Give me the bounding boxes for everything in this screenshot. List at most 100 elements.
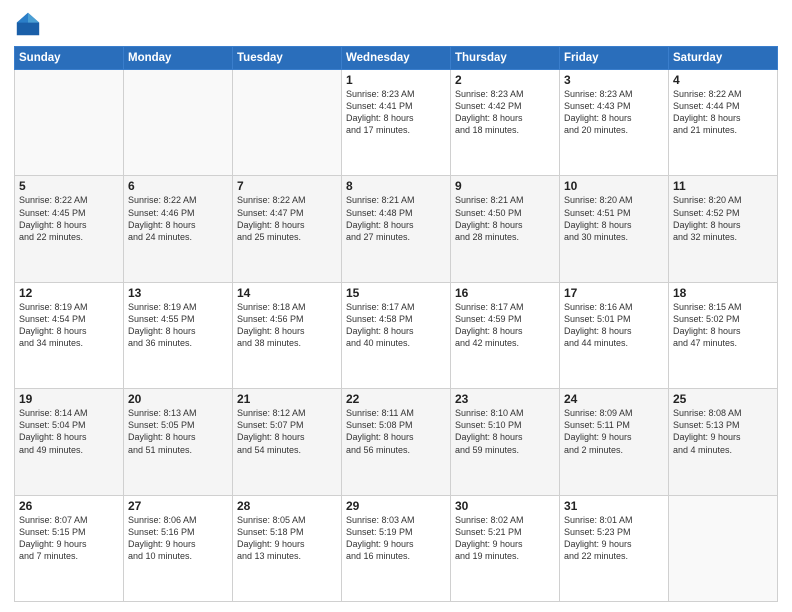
day-number: 27 (128, 499, 228, 513)
day-number: 13 (128, 286, 228, 300)
day-number: 8 (346, 179, 446, 193)
logo-icon (14, 10, 42, 38)
weekday-thursday: Thursday (451, 47, 560, 70)
day-number: 20 (128, 392, 228, 406)
day-info: Sunrise: 8:03 AM Sunset: 5:19 PM Dayligh… (346, 514, 446, 563)
page: SundayMondayTuesdayWednesdayThursdayFrid… (0, 0, 792, 612)
weekday-tuesday: Tuesday (233, 47, 342, 70)
day-info: Sunrise: 8:23 AM Sunset: 4:42 PM Dayligh… (455, 88, 555, 137)
day-number: 14 (237, 286, 337, 300)
day-info: Sunrise: 8:06 AM Sunset: 5:16 PM Dayligh… (128, 514, 228, 563)
day-number: 25 (673, 392, 773, 406)
day-info: Sunrise: 8:20 AM Sunset: 4:51 PM Dayligh… (564, 194, 664, 243)
day-number: 9 (455, 179, 555, 193)
day-number: 4 (673, 73, 773, 87)
day-info: Sunrise: 8:22 AM Sunset: 4:46 PM Dayligh… (128, 194, 228, 243)
logo (14, 10, 46, 38)
calendar-cell: 30Sunrise: 8:02 AM Sunset: 5:21 PM Dayli… (451, 495, 560, 601)
day-info: Sunrise: 8:15 AM Sunset: 5:02 PM Dayligh… (673, 301, 773, 350)
day-info: Sunrise: 8:19 AM Sunset: 4:54 PM Dayligh… (19, 301, 119, 350)
calendar-cell: 28Sunrise: 8:05 AM Sunset: 5:18 PM Dayli… (233, 495, 342, 601)
day-number: 6 (128, 179, 228, 193)
calendar-cell: 21Sunrise: 8:12 AM Sunset: 5:07 PM Dayli… (233, 389, 342, 495)
day-number: 24 (564, 392, 664, 406)
day-number: 11 (673, 179, 773, 193)
calendar-cell: 27Sunrise: 8:06 AM Sunset: 5:16 PM Dayli… (124, 495, 233, 601)
day-info: Sunrise: 8:12 AM Sunset: 5:07 PM Dayligh… (237, 407, 337, 456)
day-number: 5 (19, 179, 119, 193)
calendar-cell: 11Sunrise: 8:20 AM Sunset: 4:52 PM Dayli… (669, 176, 778, 282)
day-info: Sunrise: 8:11 AM Sunset: 5:08 PM Dayligh… (346, 407, 446, 456)
week-row-3: 12Sunrise: 8:19 AM Sunset: 4:54 PM Dayli… (15, 282, 778, 388)
calendar-cell: 10Sunrise: 8:20 AM Sunset: 4:51 PM Dayli… (560, 176, 669, 282)
day-info: Sunrise: 8:08 AM Sunset: 5:13 PM Dayligh… (673, 407, 773, 456)
week-row-2: 5Sunrise: 8:22 AM Sunset: 4:45 PM Daylig… (15, 176, 778, 282)
header (14, 10, 778, 38)
week-row-1: 1Sunrise: 8:23 AM Sunset: 4:41 PM Daylig… (15, 70, 778, 176)
day-number: 19 (19, 392, 119, 406)
calendar-cell: 31Sunrise: 8:01 AM Sunset: 5:23 PM Dayli… (560, 495, 669, 601)
calendar-cell: 13Sunrise: 8:19 AM Sunset: 4:55 PM Dayli… (124, 282, 233, 388)
calendar-table: SundayMondayTuesdayWednesdayThursdayFrid… (14, 46, 778, 602)
day-info: Sunrise: 8:01 AM Sunset: 5:23 PM Dayligh… (564, 514, 664, 563)
day-info: Sunrise: 8:05 AM Sunset: 5:18 PM Dayligh… (237, 514, 337, 563)
weekday-saturday: Saturday (669, 47, 778, 70)
day-info: Sunrise: 8:17 AM Sunset: 4:59 PM Dayligh… (455, 301, 555, 350)
calendar-cell: 18Sunrise: 8:15 AM Sunset: 5:02 PM Dayli… (669, 282, 778, 388)
day-number: 2 (455, 73, 555, 87)
day-info: Sunrise: 8:19 AM Sunset: 4:55 PM Dayligh… (128, 301, 228, 350)
day-info: Sunrise: 8:09 AM Sunset: 5:11 PM Dayligh… (564, 407, 664, 456)
day-number: 7 (237, 179, 337, 193)
day-info: Sunrise: 8:10 AM Sunset: 5:10 PM Dayligh… (455, 407, 555, 456)
calendar-cell: 2Sunrise: 8:23 AM Sunset: 4:42 PM Daylig… (451, 70, 560, 176)
calendar-cell: 4Sunrise: 8:22 AM Sunset: 4:44 PM Daylig… (669, 70, 778, 176)
weekday-monday: Monday (124, 47, 233, 70)
calendar-cell: 12Sunrise: 8:19 AM Sunset: 4:54 PM Dayli… (15, 282, 124, 388)
calendar-cell: 14Sunrise: 8:18 AM Sunset: 4:56 PM Dayli… (233, 282, 342, 388)
day-number: 22 (346, 392, 446, 406)
calendar-cell: 23Sunrise: 8:10 AM Sunset: 5:10 PM Dayli… (451, 389, 560, 495)
calendar-cell (124, 70, 233, 176)
day-info: Sunrise: 8:16 AM Sunset: 5:01 PM Dayligh… (564, 301, 664, 350)
day-info: Sunrise: 8:23 AM Sunset: 4:43 PM Dayligh… (564, 88, 664, 137)
calendar-cell: 1Sunrise: 8:23 AM Sunset: 4:41 PM Daylig… (342, 70, 451, 176)
calendar-cell: 19Sunrise: 8:14 AM Sunset: 5:04 PM Dayli… (15, 389, 124, 495)
day-number: 29 (346, 499, 446, 513)
day-info: Sunrise: 8:21 AM Sunset: 4:48 PM Dayligh… (346, 194, 446, 243)
calendar-cell: 24Sunrise: 8:09 AM Sunset: 5:11 PM Dayli… (560, 389, 669, 495)
calendar-cell: 17Sunrise: 8:16 AM Sunset: 5:01 PM Dayli… (560, 282, 669, 388)
calendar-cell: 22Sunrise: 8:11 AM Sunset: 5:08 PM Dayli… (342, 389, 451, 495)
calendar-cell (233, 70, 342, 176)
calendar-cell: 8Sunrise: 8:21 AM Sunset: 4:48 PM Daylig… (342, 176, 451, 282)
day-info: Sunrise: 8:23 AM Sunset: 4:41 PM Dayligh… (346, 88, 446, 137)
calendar-cell: 26Sunrise: 8:07 AM Sunset: 5:15 PM Dayli… (15, 495, 124, 601)
day-number: 12 (19, 286, 119, 300)
day-info: Sunrise: 8:22 AM Sunset: 4:47 PM Dayligh… (237, 194, 337, 243)
calendar-cell: 16Sunrise: 8:17 AM Sunset: 4:59 PM Dayli… (451, 282, 560, 388)
day-number: 26 (19, 499, 119, 513)
calendar-cell: 3Sunrise: 8:23 AM Sunset: 4:43 PM Daylig… (560, 70, 669, 176)
weekday-sunday: Sunday (15, 47, 124, 70)
day-info: Sunrise: 8:13 AM Sunset: 5:05 PM Dayligh… (128, 407, 228, 456)
calendar-cell: 9Sunrise: 8:21 AM Sunset: 4:50 PM Daylig… (451, 176, 560, 282)
day-info: Sunrise: 8:20 AM Sunset: 4:52 PM Dayligh… (673, 194, 773, 243)
day-number: 31 (564, 499, 664, 513)
calendar-cell (15, 70, 124, 176)
calendar-cell: 15Sunrise: 8:17 AM Sunset: 4:58 PM Dayli… (342, 282, 451, 388)
week-row-4: 19Sunrise: 8:14 AM Sunset: 5:04 PM Dayli… (15, 389, 778, 495)
day-info: Sunrise: 8:17 AM Sunset: 4:58 PM Dayligh… (346, 301, 446, 350)
day-number: 21 (237, 392, 337, 406)
day-info: Sunrise: 8:14 AM Sunset: 5:04 PM Dayligh… (19, 407, 119, 456)
day-info: Sunrise: 8:22 AM Sunset: 4:45 PM Dayligh… (19, 194, 119, 243)
calendar-cell (669, 495, 778, 601)
day-number: 16 (455, 286, 555, 300)
calendar-cell: 29Sunrise: 8:03 AM Sunset: 5:19 PM Dayli… (342, 495, 451, 601)
day-number: 18 (673, 286, 773, 300)
calendar-cell: 20Sunrise: 8:13 AM Sunset: 5:05 PM Dayli… (124, 389, 233, 495)
day-number: 15 (346, 286, 446, 300)
day-number: 17 (564, 286, 664, 300)
calendar-cell: 25Sunrise: 8:08 AM Sunset: 5:13 PM Dayli… (669, 389, 778, 495)
day-number: 10 (564, 179, 664, 193)
weekday-header-row: SundayMondayTuesdayWednesdayThursdayFrid… (15, 47, 778, 70)
calendar-cell: 7Sunrise: 8:22 AM Sunset: 4:47 PM Daylig… (233, 176, 342, 282)
